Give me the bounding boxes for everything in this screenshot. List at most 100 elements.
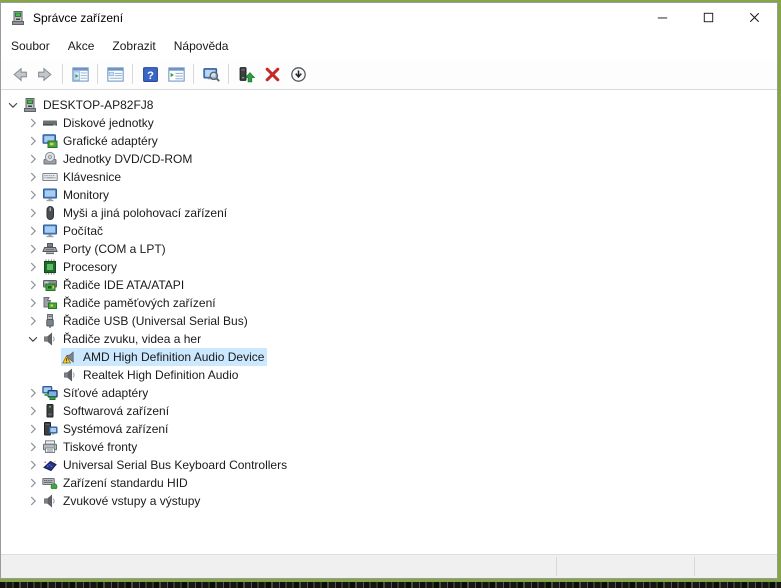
chevron-right-icon[interactable] xyxy=(25,403,41,419)
statusbar-separator xyxy=(694,557,695,576)
tree-item-universal-serial-bus-keyboard-controllers[interactable]: Universal Serial Bus Keyboard Controller… xyxy=(1,456,777,474)
disable-device-button[interactable] xyxy=(286,63,310,86)
chevron-right-icon[interactable] xyxy=(25,187,41,203)
minimize-button[interactable] xyxy=(639,3,685,32)
chevron-right-icon[interactable] xyxy=(25,169,41,185)
tree-item-label: Počítač xyxy=(63,224,104,238)
tree-item-radice-pametovych-zarizeni[interactable]: Řadiče paměťových zařízení xyxy=(1,294,777,312)
port-icon xyxy=(42,243,58,255)
tree-item-tiskove-fronty[interactable]: Tiskové fronty xyxy=(1,438,777,456)
tree-item-label: Grafické adaptéry xyxy=(63,134,158,148)
update-driver-button[interactable] xyxy=(234,63,258,86)
tree-item-radice-usb-universal-serial-bus[interactable]: Řadiče USB (Universal Serial Bus) xyxy=(1,312,777,330)
menu-item-napoveda[interactable]: Nápověda xyxy=(165,35,238,57)
keyboard-icon xyxy=(42,169,58,185)
tree-item-desktop-ap82fj8[interactable]: DESKTOP-AP82FJ8 xyxy=(1,96,777,114)
tree-item-content: Diskové jednotky xyxy=(41,114,157,132)
tree-item-content: Síťové adaptéry xyxy=(41,384,151,402)
chevron-right-icon[interactable] xyxy=(25,439,41,455)
tree-item-label: Síťové adaptéry xyxy=(63,386,149,400)
audio-io-icon xyxy=(42,493,58,509)
chevron-right-icon[interactable] xyxy=(25,133,41,149)
tree-item-label: Realtek High Definition Audio xyxy=(83,368,239,382)
tree-item-zvukove-vstupy-a-vystupy[interactable]: Zvukové vstupy a výstupy xyxy=(1,492,777,510)
processor-icon xyxy=(42,259,58,275)
back-button[interactable] xyxy=(7,63,31,86)
device-tree[interactable]: DESKTOP-AP82FJ8 Diskové jednotky Grafické … xyxy=(1,90,777,554)
tree-item-label: Universal Serial Bus Keyboard Controller… xyxy=(63,458,288,472)
tree-item-label: Myši a jiná polohovací zařízení xyxy=(63,206,228,220)
tree-item-label: Řadiče paměťových zařízení xyxy=(63,296,216,310)
tree-item-amd-high-definition-audio-device[interactable]: AMD High Definition Audio Device xyxy=(1,348,777,366)
tree-item-label: Řadiče USB (Universal Serial Bus) xyxy=(63,314,248,328)
tree-item-content: Monitory xyxy=(41,186,112,204)
chevron-right-icon xyxy=(30,406,36,416)
network-adapter-icon xyxy=(42,386,58,400)
console-tree-button[interactable] xyxy=(68,63,92,86)
tree-item-content: Zařízení standardu HID xyxy=(41,474,191,492)
title-bar[interactable]: Správce zařízení xyxy=(1,3,777,33)
usb-keyboard-icon xyxy=(42,457,58,473)
maximize-button[interactable] xyxy=(685,3,731,32)
tree-item-softwarova-zarizeni[interactable]: Softwarová zařízení xyxy=(1,402,777,420)
toolbar-separator xyxy=(62,64,63,84)
tree-item-procesory[interactable]: Procesory xyxy=(1,258,777,276)
tree-item-sitove-adaptery[interactable]: Síťové adaptéry xyxy=(1,384,777,402)
chevron-right-icon[interactable] xyxy=(25,493,41,509)
scan-hardware-button[interactable] xyxy=(199,63,223,86)
menu-item-zobrazit[interactable]: Zobrazit xyxy=(103,35,164,57)
chevron-right-icon[interactable] xyxy=(25,295,41,311)
tree-item-systemova-zarizeni[interactable]: Systémová zařízení xyxy=(1,420,777,438)
tree-item-diskove-jednotky[interactable]: Diskové jednotky xyxy=(1,114,777,132)
tree-item-label: Klávesnice xyxy=(63,170,122,184)
toolbar-separator xyxy=(228,64,229,84)
tree-item-zarizeni-standardu-hid[interactable]: Zařízení standardu HID xyxy=(1,474,777,492)
chevron-right-icon xyxy=(30,316,36,326)
ide-controller-icon xyxy=(43,280,57,291)
printer-icon xyxy=(43,440,57,453)
chevron-right-icon[interactable] xyxy=(25,313,41,329)
chevron-right-icon[interactable] xyxy=(25,205,41,221)
list-view-button[interactable] xyxy=(164,63,188,86)
tree-item-mysi-a-jina-polohovaci-zarizeni[interactable]: Myši a jiná polohovací zařízení xyxy=(1,204,777,222)
tree-item-realtek-high-definition-audio[interactable]: Realtek High Definition Audio xyxy=(1,366,777,384)
properties-button[interactable] xyxy=(103,63,127,86)
help-button[interactable]: ? xyxy=(138,63,162,86)
chevron-right-icon[interactable] xyxy=(25,457,41,473)
chevron-right-icon[interactable] xyxy=(25,385,41,401)
properties-icon xyxy=(106,66,124,82)
tree-item-radice-ide-ata-atapi[interactable]: Řadiče IDE ATA/ATAPI xyxy=(1,276,777,294)
chevron-right-icon[interactable] xyxy=(25,115,41,131)
chevron-right-icon[interactable] xyxy=(25,151,41,167)
tree-item-porty-com-a-lpt[interactable]: Porty (COM a LPT) xyxy=(1,240,777,258)
chevron-right-icon xyxy=(30,190,36,200)
chevron-right-icon[interactable] xyxy=(25,241,41,257)
uninstall-button[interactable] xyxy=(260,63,284,86)
tree-item-content: Procesory xyxy=(41,258,120,276)
forward-button[interactable] xyxy=(33,63,57,86)
menu-item-akce[interactable]: Akce xyxy=(59,35,104,57)
tree-item-klavesnice[interactable]: Klávesnice xyxy=(1,168,777,186)
tree-item-graficke-adaptery[interactable]: Grafické adaptéry xyxy=(1,132,777,150)
chevron-right-icon xyxy=(30,154,36,164)
chevron-right-icon[interactable] xyxy=(25,475,41,491)
chevron-right-icon[interactable] xyxy=(25,277,41,293)
chevron-down-icon xyxy=(8,102,18,108)
tree-item-content: Počítač xyxy=(41,222,106,240)
mouse-icon xyxy=(42,205,58,221)
close-button[interactable] xyxy=(731,3,777,32)
chevron-right-icon[interactable] xyxy=(25,421,41,437)
monitor-icon xyxy=(42,187,58,203)
chevron-down-icon[interactable] xyxy=(25,331,41,347)
tree-item-jednotky-dvd-cd-rom[interactable]: Jednotky DVD/CD-ROM xyxy=(1,150,777,168)
chevron-right-icon[interactable] xyxy=(25,259,41,275)
tree-item-label: Zařízení standardu HID xyxy=(63,476,188,490)
menu-item-soubor[interactable]: Soubor xyxy=(2,35,59,57)
chevron-right-icon[interactable] xyxy=(25,223,41,239)
chevron-down-icon xyxy=(28,336,38,342)
tree-item-pocitac[interactable]: Počítač xyxy=(1,222,777,240)
tree-item-label: Systémová zařízení xyxy=(63,422,169,436)
chevron-down-icon[interactable] xyxy=(5,97,21,113)
tree-item-monitory[interactable]: Monitory xyxy=(1,186,777,204)
tree-item-radice-zvuku-videa-a-her[interactable]: Řadiče zvuku, videa a her xyxy=(1,330,777,348)
